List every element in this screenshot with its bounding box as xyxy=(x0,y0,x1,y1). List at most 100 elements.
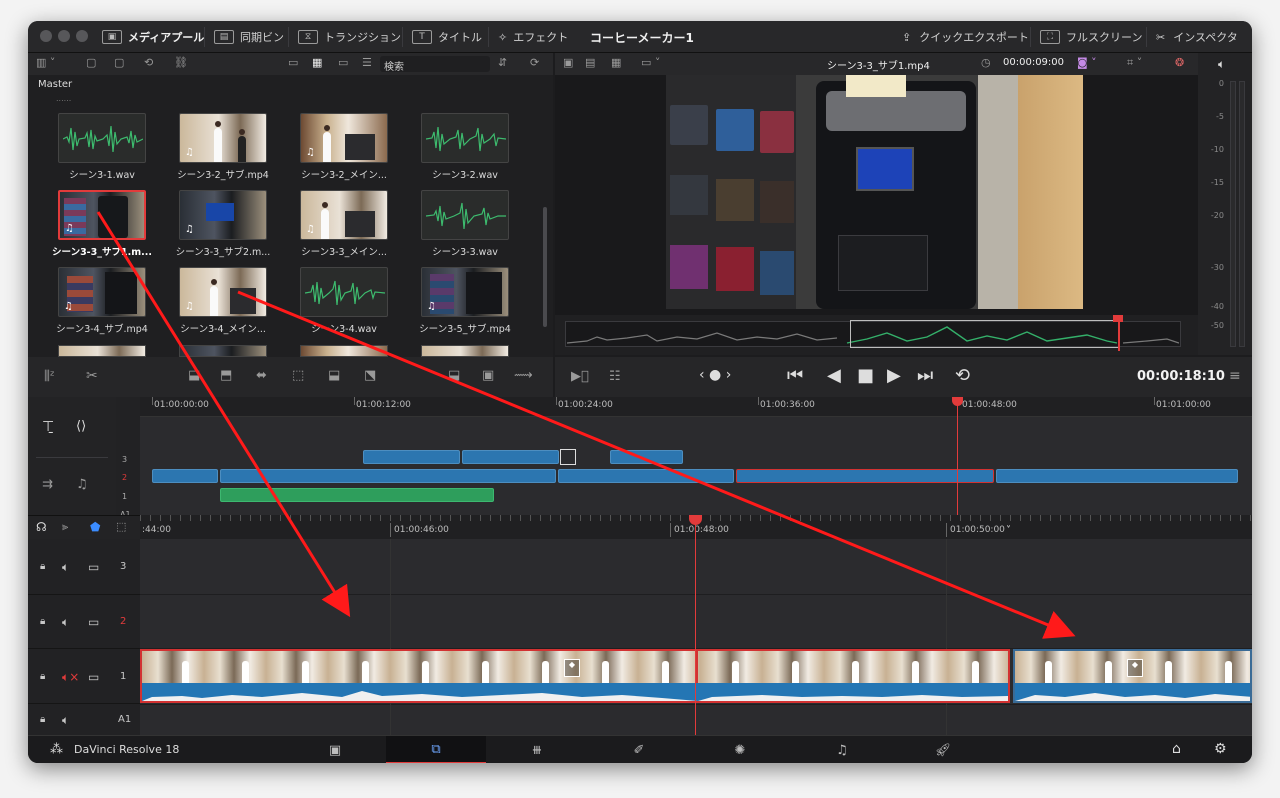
timeline-clip[interactable] xyxy=(558,469,734,483)
chevron-down-icon[interactable]: ˅ xyxy=(1006,525,1011,536)
timeline-clip[interactable] xyxy=(363,450,460,464)
upper-timeline-tracks[interactable] xyxy=(140,397,1252,515)
video-clip-selected[interactable]: ◆ xyxy=(140,649,1010,703)
audio-clip[interactable] xyxy=(220,488,494,502)
ripple-overwrite-icon[interactable]: ⬌ xyxy=(256,368,267,383)
jog-control-icon[interactable]: ‹ ● › xyxy=(699,367,731,383)
page-deliver-button[interactable]: 🚀︎ xyxy=(893,736,993,763)
smart-indicators-icon[interactable]: ⫼ᶻ xyxy=(44,369,55,384)
close-window-button[interactable] xyxy=(40,30,52,42)
clip-thumbnail[interactable]: ♫ シーン3-2_メイン... xyxy=(300,113,388,181)
audio-track-icon[interactable]: ⇉ xyxy=(42,477,53,492)
monitor-icon[interactable]: ▭ xyxy=(88,615,99,629)
sidebar-toggle-icon[interactable]: ▥ ˅ xyxy=(36,56,55,69)
settings-gear-icon[interactable]: ⚙ xyxy=(1214,741,1227,757)
clip-thumbnail-selected[interactable]: ♫ シーン3-3_サブ1.m... xyxy=(52,190,152,258)
lock-track-height-icon[interactable]: ⊤̱ xyxy=(42,419,54,435)
speaker-muted-icon[interactable]: 🔈︎× xyxy=(62,670,79,685)
viewer-playhead-handle[interactable] xyxy=(1113,315,1123,322)
viewer-canvas[interactable] xyxy=(555,75,1198,315)
list-view-icon[interactable]: ☰ xyxy=(362,56,372,69)
transform-icon[interactable]: ▣ xyxy=(482,368,494,383)
menu-icon[interactable]: ≡ xyxy=(1229,368,1241,384)
trim-icon[interactable]: ⬓ xyxy=(448,368,460,383)
monitor-icon[interactable]: ▭ xyxy=(88,670,99,684)
thumbnail-view-icon[interactable]: ▦ xyxy=(312,56,322,69)
close-up-icon[interactable]: ⬚ xyxy=(292,368,304,383)
smart-bin-icon[interactable]: ▢ xyxy=(114,56,124,69)
metadata-view-icon[interactable]: ▭ xyxy=(288,56,298,69)
timeline-clip[interactable] xyxy=(610,450,683,464)
relink-icon[interactable]: ⟲ xyxy=(144,56,153,69)
video-clip[interactable]: ◆ xyxy=(1013,649,1252,703)
go-to-end-icon[interactable]: ⏭ xyxy=(917,365,933,386)
clip-thumbnail[interactable]: ♫ シーン3-5_サブ.mp4 xyxy=(419,267,511,335)
in-out-range[interactable] xyxy=(850,320,1120,348)
viewer-playhead[interactable] xyxy=(1118,317,1120,351)
effects-button[interactable]: ✧ エフェクト xyxy=(498,21,568,53)
dynamic-zoom-icon[interactable]: ⟿ xyxy=(514,368,533,383)
clip-thumbnail-partial[interactable] xyxy=(300,345,388,357)
search-input[interactable]: 検索 xyxy=(380,56,490,73)
media-pool-button[interactable]: ▣ メディアプール xyxy=(102,21,204,53)
source-overwrite-icon[interactable]: ⬔ xyxy=(364,368,376,383)
clip-thumbnail-partial[interactable] xyxy=(421,345,509,357)
lock-icon[interactable]: 🔒︎ xyxy=(40,714,45,725)
minimize-window-button[interactable] xyxy=(58,30,70,42)
transitions-button[interactable]: ⧖ トランジション xyxy=(298,21,401,53)
timeline-clip[interactable] xyxy=(996,469,1238,483)
clip-thumbnail-partial[interactable] xyxy=(179,345,267,357)
lock-icon[interactable]: 🔒︎ xyxy=(40,561,45,572)
monitor-icon[interactable]: ▭ xyxy=(88,560,99,574)
speaker-icon[interactable]: 🔈︎ xyxy=(62,713,69,728)
zoom-fit-icon[interactable]: ⟨⟩ xyxy=(76,419,86,434)
quick-export-button[interactable]: ⇪ クイックエクスポート xyxy=(902,21,1029,53)
audio-levels-icon[interactable]: ♫ xyxy=(76,477,88,492)
flag-icon[interactable]: ⬟ xyxy=(90,520,100,534)
home-icon[interactable]: ⌂ xyxy=(1172,741,1181,757)
titles-button[interactable]: T タイトル xyxy=(412,21,482,53)
clip-thumbnail[interactable]: シーン3-1.wav xyxy=(58,113,146,181)
safe-area-icon[interactable]: ⌗ ˅ xyxy=(1127,56,1142,70)
sync-bin-button[interactable]: ▤ 同期ビン xyxy=(214,21,284,53)
timeline-clip[interactable] xyxy=(462,450,559,464)
clip-thumbnail[interactable]: ♫ シーン3-3_サブ2.m... xyxy=(176,190,270,258)
lower-timeline-tracks[interactable]: ◆ ◆ xyxy=(140,515,1252,735)
color-icon[interactable]: ❂ xyxy=(1175,56,1184,69)
page-edit-button[interactable]: ⧻ xyxy=(487,736,587,763)
append-icon[interactable]: ⬒ xyxy=(220,368,232,383)
filmstrip-view-icon[interactable]: ▭ xyxy=(338,56,348,69)
play-reverse-icon[interactable]: ◀ xyxy=(827,365,841,386)
go-to-start-icon[interactable]: ⏮ xyxy=(787,365,803,386)
clip-thumbnail[interactable]: シーン3-4.wav xyxy=(300,267,388,335)
page-cut-button[interactable]: ⧉ xyxy=(386,736,486,763)
page-color-button[interactable]: ✺ xyxy=(690,736,790,763)
lower-playhead[interactable] xyxy=(695,515,696,735)
timeline-viewer-icon[interactable]: ▦ xyxy=(611,56,621,69)
page-fairlight-button[interactable]: ♫ xyxy=(792,736,892,763)
upper-playhead[interactable] xyxy=(957,397,958,515)
audio-scrub-icon[interactable]: ⫸ xyxy=(62,520,68,534)
upper-timeline-ruler[interactable]: 01:00:00:00 01:00:12:00 01:00:24:00 01:0… xyxy=(140,397,1252,417)
link-icon[interactable]: ⛓ xyxy=(174,56,188,69)
speaker-icon[interactable]: 🔈︎ xyxy=(1218,57,1225,72)
timeline-options-icon[interactable]: ▶⃞ xyxy=(571,369,589,384)
clip-thumbnail[interactable]: シーン3-2.wav xyxy=(421,113,509,181)
clip-thumbnail[interactable]: ♫ シーン3-4_メイン... xyxy=(179,267,267,335)
snap-magnet-icon[interactable]: ☊ xyxy=(36,520,47,534)
lock-icon[interactable]: 🔒︎ xyxy=(40,616,45,627)
page-fusion-button[interactable]: ✐ xyxy=(589,736,689,763)
inspector-button[interactable]: ✂ インスペクタ xyxy=(1156,21,1238,53)
page-media-button[interactable]: ▣ xyxy=(285,736,385,763)
play-icon[interactable]: ▶ xyxy=(887,365,901,386)
scissors-icon[interactable]: ✂ xyxy=(86,368,98,384)
camera-icon[interactable]: ◙ ˅ xyxy=(1077,56,1097,69)
new-bin-icon[interactable]: ▢ xyxy=(86,56,96,69)
marker-icon[interactable]: ⬚ xyxy=(116,520,126,533)
lock-icon[interactable]: 🔒︎ xyxy=(40,671,45,682)
loop-icon[interactable]: ⟲ xyxy=(955,365,970,386)
timeline-clip[interactable] xyxy=(220,469,556,483)
viewer-mode-dropdown-icon[interactable]: ▭ ˅ xyxy=(641,56,660,69)
smart-insert-icon[interactable]: ⬓ xyxy=(188,368,200,383)
speaker-icon[interactable]: 🔈︎ xyxy=(62,560,69,575)
